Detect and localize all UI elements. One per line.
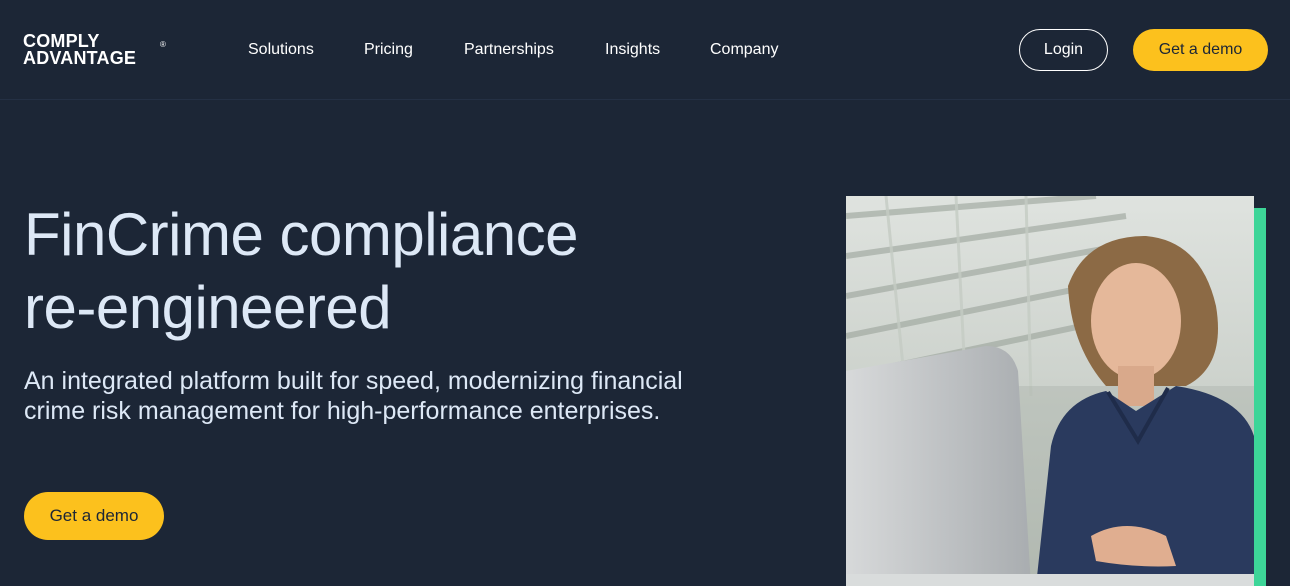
page: COMPLY ADVANTAGE ® Solutions Pricing Par…: [0, 0, 1290, 586]
photo-illustration: [846, 196, 1254, 586]
nav-item-solutions[interactable]: Solutions: [248, 40, 314, 60]
hero-get-demo-button[interactable]: Get a demo: [24, 492, 164, 540]
hero-photo: [846, 196, 1254, 586]
nav-item-insights[interactable]: Insights: [605, 40, 660, 60]
nav-item-company[interactable]: Company: [710, 40, 778, 60]
hero-title-line-1: FinCrime compliance: [24, 201, 579, 268]
green-accent-bar: [1254, 208, 1266, 586]
hero-title-line-2: re-engineered: [24, 274, 392, 341]
hero-title: FinCrime compliance re-engineered: [24, 198, 744, 344]
nav-item-pricing[interactable]: Pricing: [364, 40, 413, 60]
logo-line-2: ADVANTAGE: [23, 48, 137, 68]
login-button[interactable]: Login: [1019, 29, 1108, 71]
nav-item-partnerships[interactable]: Partnerships: [464, 40, 554, 60]
hero-subtitle-line-2: crime risk management for high-performan…: [24, 397, 661, 425]
hero-subtitle: An integrated platform built for speed, …: [24, 366, 784, 426]
hero-subtitle-line-1: An integrated platform built for speed, …: [24, 367, 683, 395]
header-get-demo-button[interactable]: Get a demo: [1133, 29, 1268, 71]
registered-mark: ®: [160, 40, 167, 49]
logo[interactable]: COMPLY ADVANTAGE ®: [23, 32, 166, 68]
site-header: COMPLY ADVANTAGE ® Solutions Pricing Par…: [0, 0, 1290, 100]
